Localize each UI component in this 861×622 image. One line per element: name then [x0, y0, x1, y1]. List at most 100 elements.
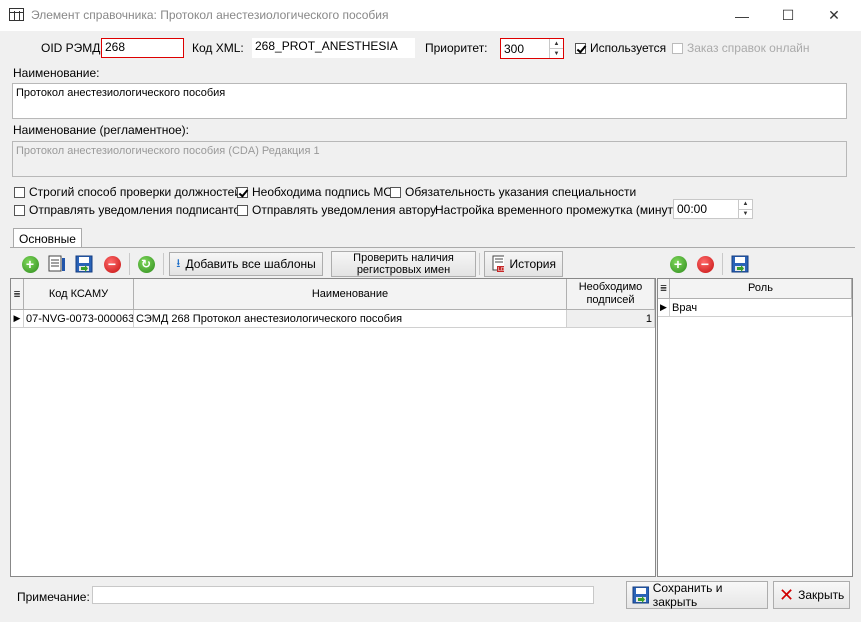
remove-button[interactable]: − [101, 252, 123, 276]
xml-code-input[interactable]: 268_PROT_ANESTHESIA [252, 38, 415, 58]
priority-spinner[interactable]: ▲ ▼ [549, 39, 563, 58]
notify-signers-checkbox[interactable] [14, 204, 25, 216]
column-header-signatures[interactable]: Необходимо подписей [567, 279, 655, 310]
spin-down-icon[interactable]: ▼ [739, 208, 752, 219]
add-all-templates-button[interactable]: ⭳ Добавить все шаблоны [169, 252, 323, 276]
save-icon [632, 586, 649, 604]
need-mo-sign-checkbox[interactable] [237, 186, 248, 198]
strict-check-checkbox[interactable] [14, 186, 25, 198]
toolbar-separator [163, 253, 164, 275]
online-checkbox-row[interactable]: Заказ справок онлайн [672, 41, 809, 55]
tab-main[interactable]: Основные [13, 228, 82, 248]
used-checkbox-row[interactable]: Используется [575, 41, 666, 55]
spin-up-icon[interactable]: ▲ [739, 200, 752, 209]
column-header-role[interactable]: Роль [670, 279, 852, 299]
remove-role-button[interactable]: − [694, 252, 716, 276]
strict-check-row[interactable]: Строгий способ проверки должностей [14, 185, 241, 199]
add-all-templates-label: Добавить все шаблоны [185, 257, 316, 271]
notify-author-row[interactable]: Отправлять уведомления автору [237, 203, 436, 217]
notify-signers-row[interactable]: Отправлять уведомления подписантов [14, 203, 247, 217]
name-input[interactable]: Протокол анестезиологического пособия [12, 83, 847, 119]
tab-divider [10, 247, 855, 248]
save-role-button[interactable] [729, 252, 751, 276]
role-row[interactable]: Врач [670, 299, 852, 317]
row-selector-header[interactable]: ≣ [11, 279, 24, 310]
used-checkbox[interactable] [575, 42, 586, 54]
close-icon: ✕ [779, 585, 795, 605]
need-mo-sign-label: Необходима подпись МО [252, 185, 393, 199]
row-selector-header[interactable]: ≣ [658, 279, 670, 299]
history-button[interactable]: LOG История [484, 251, 563, 277]
need-mo-sign-row[interactable]: Необходима подпись МО [237, 185, 393, 199]
close-window-button[interactable]: ✕ [811, 0, 857, 31]
minimize-button[interactable]: — [719, 0, 765, 31]
table-row-code[interactable]: 07-NVG-0073-000063 [24, 310, 134, 328]
column-header-name[interactable]: Наименование [134, 279, 567, 310]
history-log-icon: LOG [492, 255, 505, 273]
add-role-button[interactable]: + [667, 252, 689, 276]
spin-up-icon[interactable]: ▲ [550, 39, 563, 48]
note-label: Примечание: [17, 590, 90, 604]
spin-down-icon[interactable]: ▼ [550, 48, 563, 58]
used-label: Используется [590, 41, 667, 55]
toolbar-separator [129, 253, 130, 275]
online-checkbox[interactable] [672, 42, 683, 54]
save-icon [731, 255, 749, 273]
strict-check-label: Строгий способ проверки должностей [29, 185, 242, 199]
current-row-icon: ▶ [11, 310, 24, 328]
reg-name-label: Наименование (регламентное): [13, 123, 190, 137]
close-label: Закрыть [798, 588, 845, 602]
reg-name-input: Протокол анестезиологического пособия (C… [12, 141, 847, 177]
columns-icon: ≣ [659, 283, 668, 293]
current-row-icon: ▶ [658, 299, 670, 317]
history-label: История [509, 257, 556, 271]
svg-text:LOG: LOG [498, 267, 504, 273]
add-button[interactable]: + [19, 252, 41, 276]
specialty-required-checkbox[interactable] [390, 186, 401, 198]
close-button[interactable]: ✕ Закрыть [773, 581, 850, 609]
table-row-signatures[interactable]: 1 [567, 310, 655, 328]
interval-label: Настройка временного промежутка (минуты)… [435, 203, 689, 217]
remove-icon: − [103, 255, 121, 273]
toolbar-separator [479, 253, 480, 275]
interval-input[interactable]: 00:00 ▲ ▼ [673, 199, 753, 219]
xml-code-label: Код XML: [192, 41, 244, 55]
online-label: Заказ справок онлайн [687, 41, 810, 55]
edit-button[interactable] [46, 252, 68, 276]
note-input[interactable] [92, 586, 594, 604]
interval-value: 00:00 [677, 202, 708, 216]
remove-icon: − [696, 255, 714, 273]
notify-signers-label: Отправлять уведомления подписантов [29, 203, 247, 217]
add-icon: + [669, 255, 687, 273]
priority-label: Приоритет: [425, 41, 488, 55]
add-icon: + [21, 255, 39, 273]
oid-label: OID РЭМД: [41, 41, 104, 55]
save-and-close-button[interactable]: Сохранить и закрыть [626, 581, 768, 609]
refresh-icon: ↻ [137, 255, 155, 273]
toolbar-separator [722, 253, 723, 275]
notify-author-label: Отправлять уведомления автору [252, 203, 437, 217]
save-icon [75, 255, 93, 273]
oid-input[interactable]: 268 [101, 38, 184, 58]
main-grid[interactable]: ≣ Код КСАМУ Наименование Необходимо подп… [10, 278, 656, 577]
save-and-close-label: Сохранить и закрыть [652, 581, 723, 609]
table-row-name[interactable]: СЭМД 268 Протокол анестезиологического п… [134, 310, 567, 328]
edit-list-icon [48, 255, 65, 272]
download-icon: ⭳ [176, 255, 181, 270]
priority-value: 300 [504, 42, 525, 56]
notify-author-checkbox[interactable] [237, 204, 248, 216]
window-title: Элемент справочника: Протокол анестезиол… [31, 8, 389, 22]
column-header-code[interactable]: Код КСАМУ [24, 279, 134, 310]
maximize-button[interactable]: ☐ [765, 0, 811, 31]
priority-input[interactable]: 300 ▲ ▼ [500, 38, 564, 59]
role-grid[interactable]: ≣ Роль ▶ Врач [657, 278, 853, 577]
specialty-required-row[interactable]: Обязательность указания специальности [390, 185, 636, 199]
interval-spinner[interactable]: ▲ ▼ [738, 200, 752, 218]
name-label: Наименование: [13, 66, 100, 80]
check-reg-names-button[interactable]: Проверить наличия регистровых имен [331, 251, 476, 277]
save-button[interactable] [73, 252, 95, 276]
columns-icon: ≣ [13, 288, 21, 299]
refresh-button[interactable]: ↻ [135, 252, 157, 276]
title-bar: Элемент справочника: Протокол анестезиол… [0, 0, 861, 31]
specialty-required-label: Обязательность указания специальности [405, 185, 637, 199]
